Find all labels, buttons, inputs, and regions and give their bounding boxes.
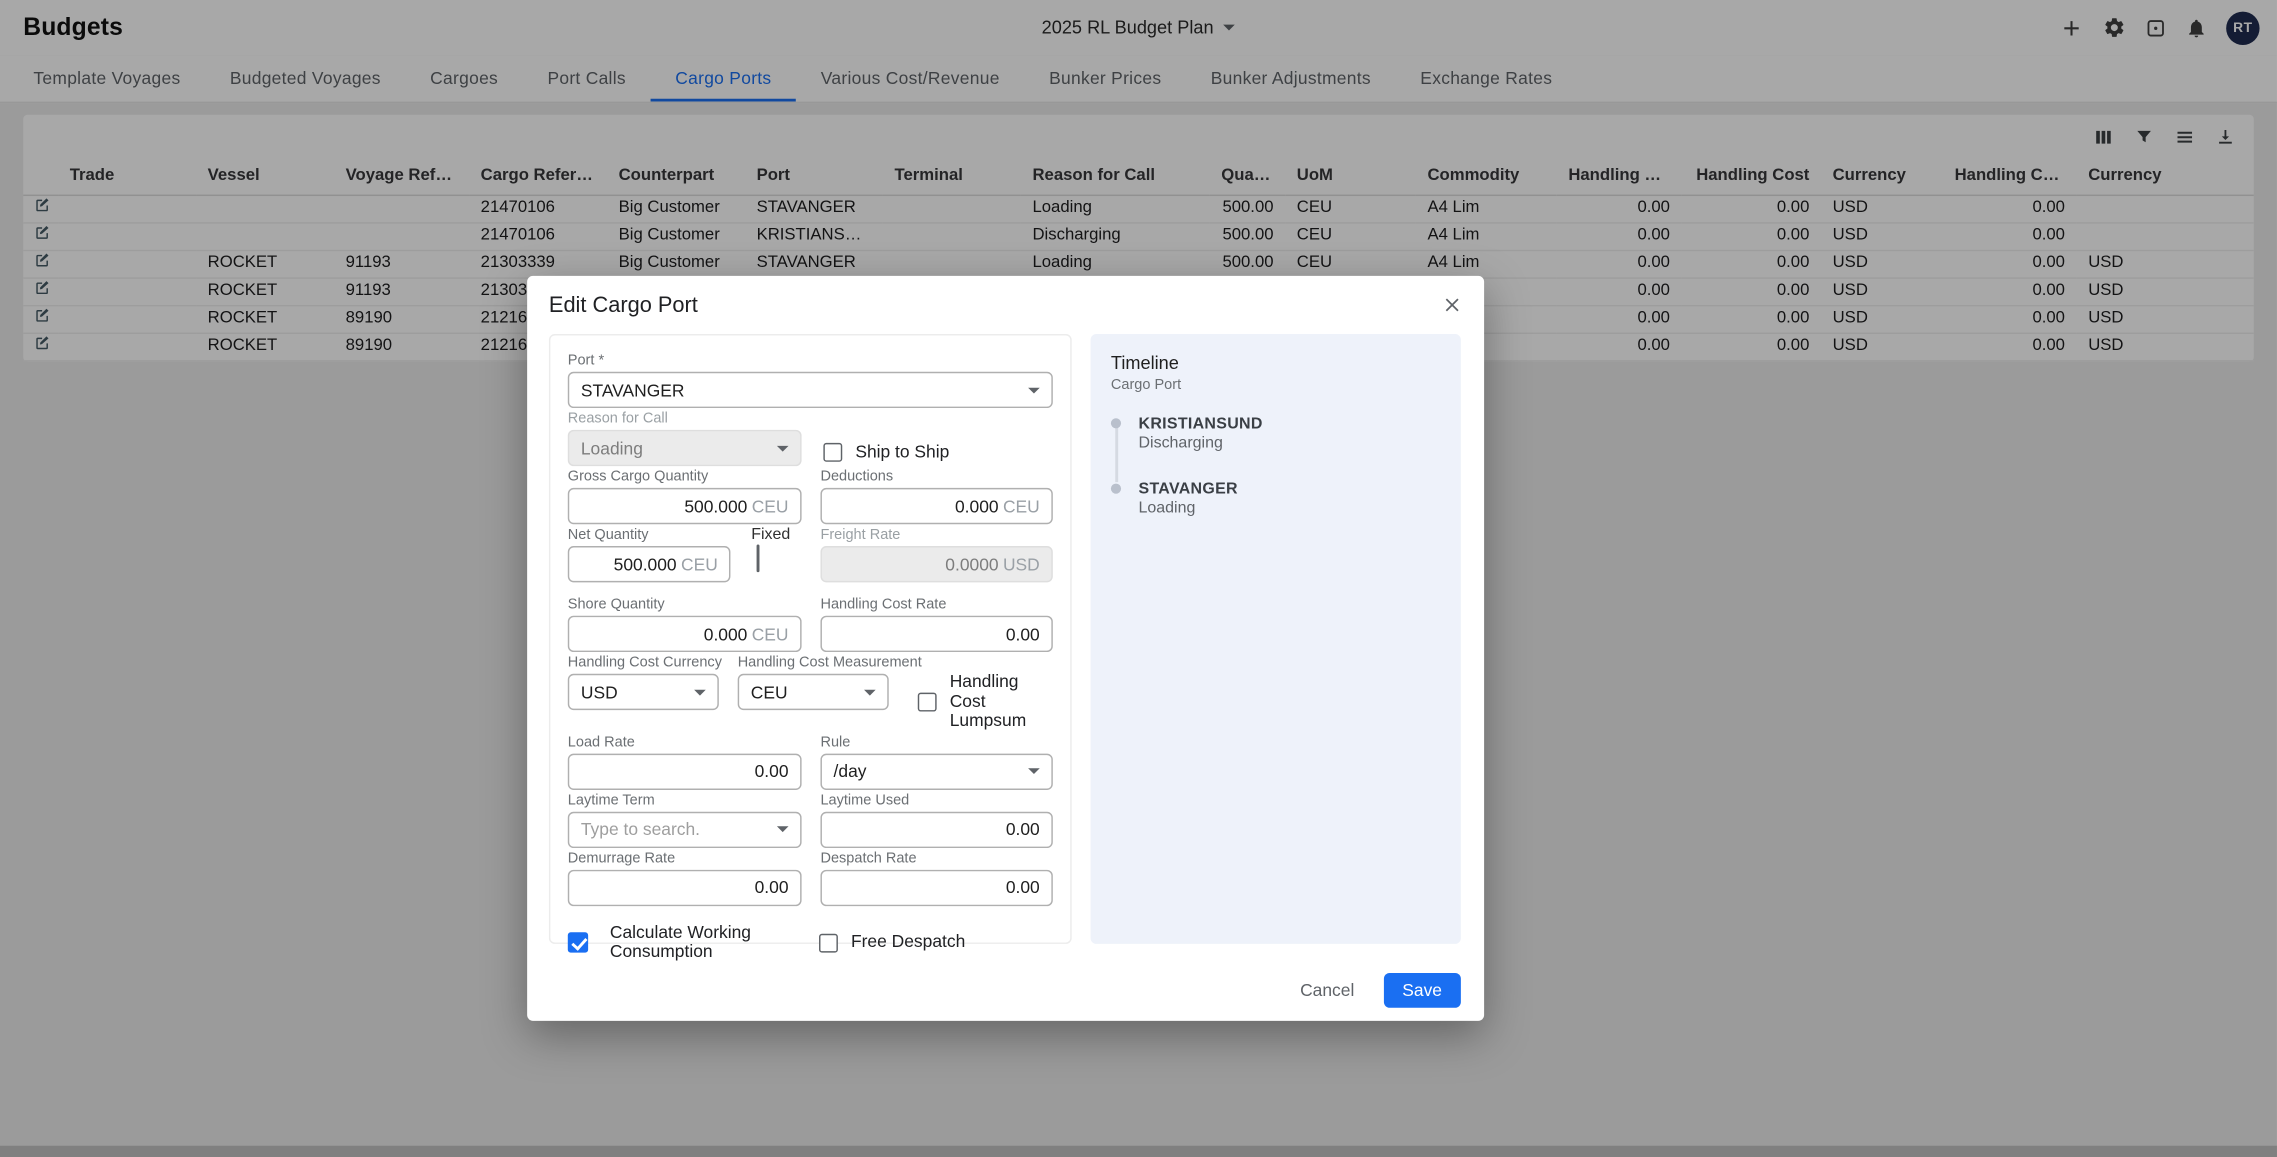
laytime-used-input[interactable]: 0.00	[820, 811, 1052, 847]
chevron-down-icon	[1028, 387, 1040, 393]
demurrage-rate-field: Demurrage Rate 0.00	[568, 850, 802, 905]
fixed-label: Fixed	[751, 527, 820, 543]
timeline-action: Discharging	[1138, 434, 1262, 451]
chevron-down-icon	[864, 689, 876, 695]
handling-cost-rate-field: Handling Cost Rate 0.00	[820, 597, 1052, 652]
unit-suffix: USD	[1003, 554, 1040, 574]
handling-cost-rate-input[interactable]: 0.00	[820, 616, 1052, 652]
rule-select[interactable]: /day	[820, 753, 1052, 789]
handling-cost-measurement-field: Handling Cost Measurement CEU	[738, 655, 889, 731]
calculate-working-consumption-label: Calculate Working Consumption	[610, 923, 767, 962]
cancel-button[interactable]: Cancel	[1294, 974, 1360, 1006]
timeline-dot-icon	[1111, 484, 1121, 494]
despatch-rate-input[interactable]: 0.00	[820, 869, 1052, 905]
deductions-field: Deductions 0.000CEU	[820, 469, 1052, 524]
shore-quantity-input[interactable]: 0.000CEU	[568, 616, 802, 652]
demurrage-rate-input[interactable]: 0.00	[568, 869, 802, 905]
timeline-item: KRISTIANSUND Discharging	[1111, 415, 1441, 451]
timeline-action: Loading	[1138, 500, 1237, 517]
timeline-port: STAVANGER	[1138, 481, 1237, 498]
deductions-label: Deductions	[820, 469, 1052, 485]
net-quantity-field: Net Quantity 500.000CEU	[568, 527, 731, 582]
laytime-term-placeholder: Type to search.	[581, 819, 700, 839]
port-field: Port * STAVANGER	[568, 353, 1053, 408]
deductions-input[interactable]: 0.000CEU	[820, 488, 1052, 524]
free-despatch-checkbox-row: Free Despatch	[819, 923, 965, 962]
handling-cost-lumpsum-label: Handling Cost Lumpsum	[950, 672, 1055, 731]
load-rate-input[interactable]: 0.00	[568, 753, 802, 789]
unit-suffix: CEU	[752, 496, 789, 516]
port-select[interactable]: STAVANGER	[568, 372, 1053, 408]
ship-to-ship-label: Ship to Ship	[855, 443, 949, 463]
reason-for-call-label: Reason for Call	[568, 411, 802, 427]
reason-for-call-select: Loading	[568, 430, 802, 466]
shore-quantity-field: Shore Quantity 0.000CEU	[568, 597, 802, 652]
demurrage-rate-label: Demurrage Rate	[568, 850, 802, 866]
rule-label: Rule	[820, 734, 1052, 750]
cargo-port-form: Port * STAVANGER Reason for Call Loading	[549, 334, 1072, 944]
fixed-field: Fixed	[731, 527, 821, 582]
rule-field: Rule /day	[820, 734, 1052, 789]
timeline-subtitle: Cargo Port	[1111, 378, 1441, 394]
gross-cargo-quantity-field: Gross Cargo Quantity 500.000CEU	[568, 469, 802, 524]
unit-suffix: CEU	[1003, 496, 1040, 516]
timeline-title: Timeline	[1111, 353, 1441, 373]
laytime-used-label: Laytime Used	[820, 792, 1052, 808]
chevron-down-icon	[694, 689, 706, 695]
timeline-item: STAVANGER Loading	[1111, 481, 1441, 517]
dialog-footer: Cancel Save	[1294, 973, 1461, 1008]
freight-rate-input: 0.0000USD	[820, 546, 1052, 582]
save-button[interactable]: Save	[1383, 973, 1460, 1008]
calculate-working-consumption-checkbox[interactable]	[568, 932, 588, 952]
timeline-port: KRISTIANSUND	[1138, 415, 1262, 432]
chevron-down-icon	[777, 445, 789, 451]
shore-quantity-label: Shore Quantity	[568, 597, 802, 613]
handling-cost-lumpsum-checkbox[interactable]	[918, 692, 937, 711]
net-quantity-label: Net Quantity	[568, 527, 731, 543]
unit-suffix: CEU	[752, 624, 789, 644]
handling-cost-currency-label: Handling Cost Currency	[568, 655, 719, 671]
reason-for-call-field: Reason for Call Loading	[568, 411, 802, 466]
handling-cost-currency-field: Handling Cost Currency USD	[568, 655, 719, 731]
ship-to-ship-checkbox-row: Ship to Ship	[823, 439, 949, 467]
ship-to-ship-checkbox[interactable]	[823, 443, 842, 462]
timeline-list: KRISTIANSUND Discharging STAVANGER Loadi…	[1111, 415, 1441, 517]
load-rate-field: Load Rate 0.00	[568, 734, 802, 789]
net-quantity-input[interactable]: 500.000CEU	[568, 546, 731, 582]
timeline-panel: Timeline Cargo Port KRISTIANSUND Dischar…	[1091, 334, 1461, 944]
fixed-checkbox[interactable]	[757, 545, 760, 573]
free-despatch-checkbox[interactable]	[819, 933, 838, 952]
freight-rate-label: Freight Rate	[820, 527, 1052, 543]
despatch-rate-field: Despatch Rate 0.00	[820, 850, 1052, 905]
reason-for-call-value: Loading	[581, 438, 643, 458]
timeline-dot-icon	[1111, 418, 1121, 428]
gross-cargo-quantity-input[interactable]: 500.000CEU	[568, 488, 802, 524]
edit-cargo-port-dialog: Edit Cargo Port Port * STAVANGER Reason …	[527, 276, 1484, 1021]
handling-cost-rate-label: Handling Cost Rate	[820, 597, 1052, 613]
screen: Budgets 2025 RL Budget Plan RT Template …	[0, 0, 2277, 1157]
despatch-rate-label: Despatch Rate	[820, 850, 1052, 866]
port-label: Port *	[568, 353, 1053, 369]
laytime-term-label: Laytime Term	[568, 792, 802, 808]
unit-suffix: CEU	[681, 554, 718, 574]
load-rate-label: Load Rate	[568, 734, 802, 750]
laytime-used-field: Laytime Used 0.00	[820, 792, 1052, 847]
freight-rate-field: Freight Rate 0.0000USD	[820, 527, 1052, 582]
port-value: STAVANGER	[581, 380, 685, 400]
chevron-down-icon	[1028, 768, 1040, 774]
chevron-down-icon	[777, 826, 789, 832]
free-despatch-label: Free Despatch	[851, 933, 965, 953]
calculate-working-consumption-checkbox-row: Calculate Working Consumption	[568, 923, 767, 962]
close-button[interactable]	[1439, 292, 1465, 318]
handling-cost-measurement-select[interactable]: CEU	[738, 674, 889, 710]
laytime-term-combobox[interactable]: Type to search.	[568, 811, 802, 847]
handling-cost-measurement-label: Handling Cost Measurement	[738, 655, 889, 671]
gross-cargo-quantity-label: Gross Cargo Quantity	[568, 469, 802, 485]
dialog-title: Edit Cargo Port	[549, 293, 698, 318]
handling-cost-currency-select[interactable]: USD	[568, 674, 719, 710]
handling-cost-lumpsum-checkbox-row: Handling Cost Lumpsum	[918, 672, 1055, 731]
laytime-term-field: Laytime Term Type to search.	[568, 792, 802, 847]
close-icon	[1441, 293, 1464, 316]
